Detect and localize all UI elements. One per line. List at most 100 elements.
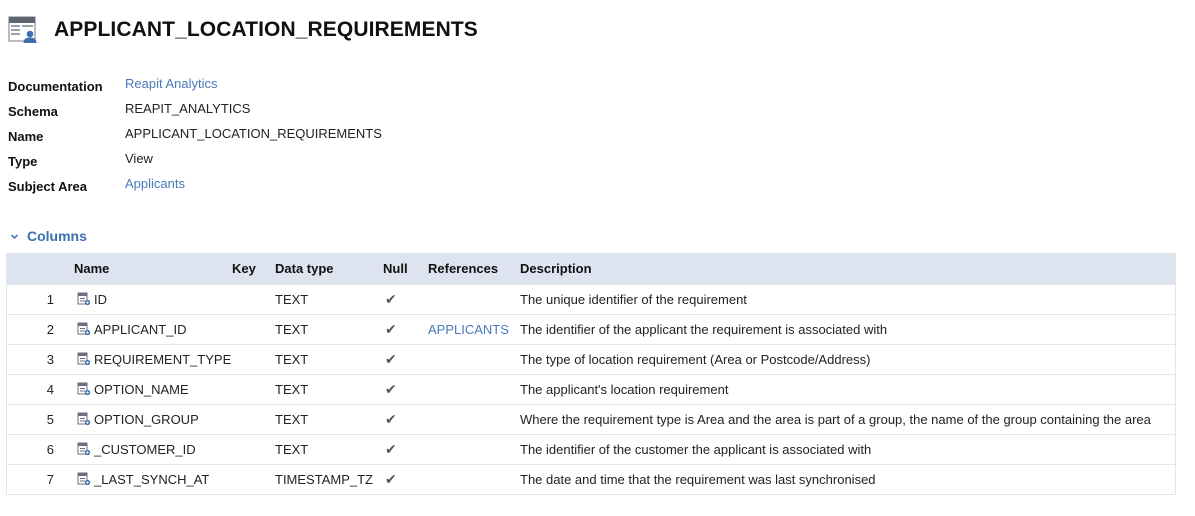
column-name[interactable]: APPLICANT_ID (94, 322, 186, 337)
column-name-cell: _CUSTOMER_ID (74, 434, 232, 464)
subject-area-link[interactable]: Applicants (125, 176, 185, 191)
column-description: The identifier of the customer the appli… (520, 441, 872, 457)
column-reference (428, 374, 520, 404)
column-key (232, 464, 275, 494)
row-number: 3 (46, 351, 54, 367)
column-key (232, 404, 275, 434)
row-number: 7 (46, 471, 54, 487)
property-label: Schema (8, 104, 58, 119)
column-null: ✔ (383, 404, 428, 434)
property-documentation: Documentation Reapit Analytics (8, 72, 382, 97)
table-row[interactable]: 7 _LAST_SYNCH_AT TIMESTAMP_TZ ✔ The date… (7, 464, 1175, 494)
column-name-cell: REQUIREMENT_TYPE (74, 344, 232, 374)
column-null: ✔ (383, 284, 428, 314)
columns-section-toggle[interactable]: Columns (8, 228, 87, 244)
property-label: Subject Area (8, 179, 87, 194)
column-header-references[interactable]: References (428, 253, 520, 284)
column-field-icon (77, 382, 91, 396)
column-description: Where the requirement type is Area and t… (520, 411, 1151, 427)
column-reference (428, 344, 520, 374)
column-name-cell: APPLICANT_ID (74, 314, 232, 344)
column-description: The identifier of the applicant the requ… (520, 321, 888, 337)
column-header-key[interactable]: Key (232, 253, 275, 284)
check-icon: ✔ (385, 440, 397, 457)
property-label: Documentation (8, 79, 103, 94)
column-data-type: TEXT (275, 291, 309, 307)
check-icon: ✔ (385, 380, 397, 397)
column-field-icon (77, 322, 91, 336)
column-null: ✔ (383, 464, 428, 494)
column-reference (428, 464, 520, 494)
column-header-description[interactable]: Description (520, 253, 1175, 284)
row-number: 2 (46, 321, 54, 337)
property-schema: Schema REAPIT_ANALYTICS (8, 97, 382, 122)
column-header-data-type[interactable]: Data type (275, 253, 383, 284)
view-table-icon (8, 15, 38, 45)
property-label: Type (8, 154, 38, 169)
column-null: ✔ (383, 344, 428, 374)
column-header-num (7, 253, 74, 284)
column-key (232, 284, 275, 314)
column-description: The unique identifier of the requirement (520, 291, 747, 307)
table-row[interactable]: 5 OPTION_GROUP TEXT ✔ Where the requirem… (7, 404, 1175, 434)
column-field-icon (77, 412, 91, 426)
check-icon: ✔ (385, 470, 397, 487)
column-reference (428, 404, 520, 434)
table-row[interactable]: 1 ID TEXT ✔ The unique identifier of the… (7, 284, 1175, 314)
reference-link[interactable]: APPLICANTS (428, 322, 509, 337)
row-number: 5 (46, 411, 54, 427)
column-name[interactable]: _CUSTOMER_ID (94, 442, 196, 457)
property-subject-area: Subject Area Applicants (8, 172, 382, 197)
column-name-cell: _LAST_SYNCH_AT (74, 464, 232, 494)
column-description: The date and time that the requirement w… (520, 471, 876, 487)
table-header-row: Name Key Data type Null References Descr… (7, 253, 1175, 284)
property-value: REAPIT_ANALYTICS (125, 101, 251, 116)
column-header-name[interactable]: Name (74, 253, 232, 284)
column-key (232, 314, 275, 344)
column-key (232, 374, 275, 404)
property-value: View (125, 151, 153, 166)
check-icon: ✔ (385, 320, 397, 337)
column-header-null[interactable]: Null (383, 253, 428, 284)
column-data-type: TEXT (275, 351, 309, 367)
property-label: Name (8, 129, 44, 144)
row-number: 6 (46, 441, 54, 457)
property-type: Type View (8, 147, 382, 172)
column-field-icon (77, 472, 91, 486)
column-name[interactable]: _LAST_SYNCH_AT (94, 472, 209, 487)
column-null: ✔ (383, 314, 428, 344)
column-name[interactable]: ID (94, 292, 107, 307)
column-name[interactable]: REQUIREMENT_TYPE (94, 352, 231, 367)
column-reference (428, 284, 520, 314)
column-name[interactable]: OPTION_GROUP (94, 412, 199, 427)
column-description: The applicant's location requirement (520, 381, 729, 397)
properties-panel: Documentation Reapit Analytics Schema RE… (8, 72, 382, 197)
column-null: ✔ (383, 374, 428, 404)
column-data-type: TEXT (275, 321, 309, 337)
column-reference (428, 434, 520, 464)
column-name-cell: OPTION_GROUP (74, 404, 232, 434)
page-title: APPLICANT_LOCATION_REQUIREMENTS (54, 18, 478, 41)
check-icon: ✔ (385, 290, 397, 307)
row-number: 4 (46, 381, 54, 397)
column-reference: APPLICANTS (428, 314, 520, 344)
property-value: APPLICANT_LOCATION_REQUIREMENTS (125, 126, 382, 141)
table-row[interactable]: 3 REQUIREMENT_TYPE TEXT ✔ The type of lo… (7, 344, 1175, 374)
check-icon: ✔ (385, 350, 397, 367)
table-row[interactable]: 4 OPTION_NAME TEXT ✔ The applicant's loc… (7, 374, 1175, 404)
table-row[interactable]: 2 APPLICANT_ID TEXT ✔ APPLICANTS The ide… (7, 314, 1175, 344)
column-null: ✔ (383, 434, 428, 464)
column-data-type: TIMESTAMP_TZ (275, 471, 373, 487)
documentation-link[interactable]: Reapit Analytics (125, 76, 218, 91)
columns-table: Name Key Data type Null References Descr… (6, 253, 1176, 495)
column-field-icon (77, 352, 91, 366)
column-data-type: TEXT (275, 411, 309, 427)
column-data-type: TEXT (275, 441, 309, 457)
check-icon: ✔ (385, 410, 397, 427)
property-name: Name APPLICANT_LOCATION_REQUIREMENTS (8, 122, 382, 147)
chevron-down-icon (8, 230, 20, 242)
column-data-type: TEXT (275, 381, 309, 397)
column-name[interactable]: OPTION_NAME (94, 382, 189, 397)
page-header: APPLICANT_LOCATION_REQUIREMENTS (8, 14, 478, 46)
table-row[interactable]: 6 _CUSTOMER_ID TEXT ✔ The identifier of … (7, 434, 1175, 464)
